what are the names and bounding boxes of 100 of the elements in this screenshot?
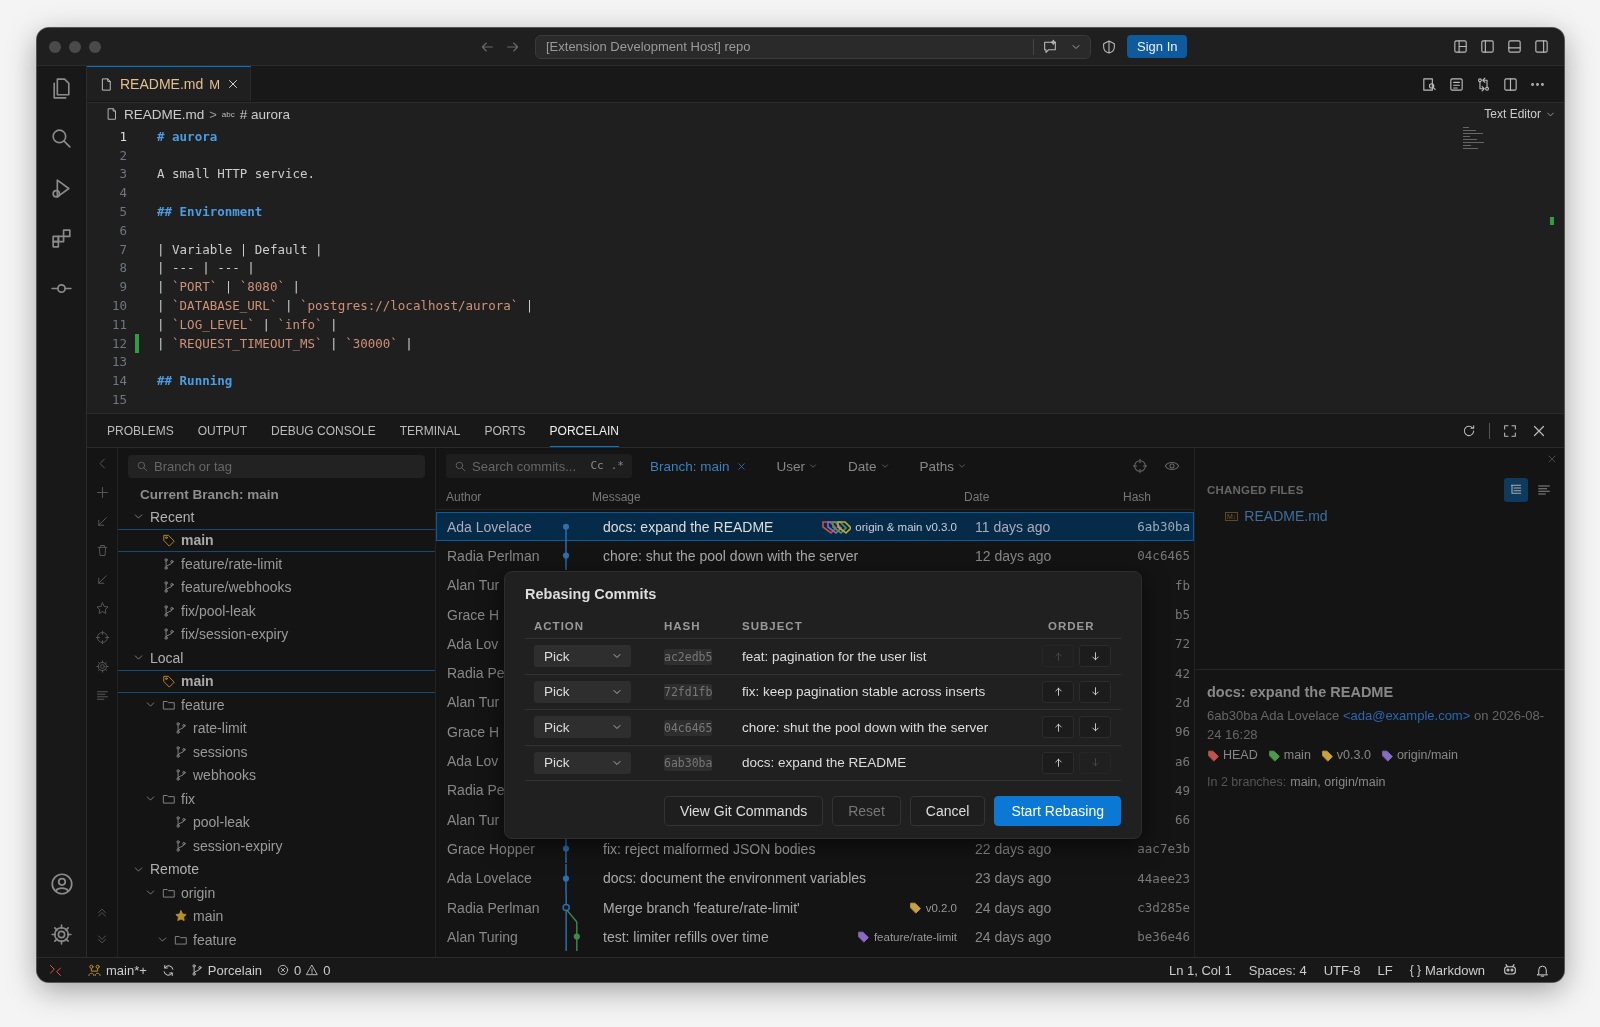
list-icon[interactable] — [94, 688, 110, 703]
panel-tab[interactable]: DEBUG CONSOLE — [271, 414, 376, 447]
compare-icon[interactable] — [1475, 75, 1492, 93]
search-icon[interactable] — [49, 126, 74, 151]
tag-icon — [162, 533, 176, 548]
split-editor-icon[interactable] — [1502, 75, 1519, 93]
author-cell-text: Grace H — [446, 606, 501, 623]
settings-icon[interactable] — [94, 659, 110, 674]
tree-item[interactable]: pool-leak — [118, 810, 435, 834]
tree-item[interactable]: Recent — [118, 505, 435, 529]
branch-status[interactable]: main*+ — [87, 962, 147, 978]
start-button[interactable]: Start Rebasing — [994, 796, 1121, 826]
move-down-button[interactable] — [1079, 716, 1111, 739]
action-dropdown[interactable]: Pick — [534, 751, 631, 774]
window-control[interactable] — [49, 40, 61, 53]
dialog-button[interactable]: Cancel — [909, 796, 986, 826]
match-case-toggle[interactable]: Cc — [588, 459, 606, 472]
move-down-button[interactable] — [1079, 680, 1111, 703]
sign-in-button[interactable]: Sign In — [1127, 35, 1188, 58]
settings-icon[interactable] — [49, 922, 74, 947]
date-cell-text: 12 days ago — [975, 547, 1053, 564]
notifications-icon[interactable] — [1535, 962, 1550, 978]
cursor-position[interactable]: Ln 1, Col 1 — [1168, 962, 1232, 978]
ref-label: HEAD — [1207, 748, 1258, 762]
panel-tab[interactable]: OUTPUT — [197, 414, 248, 447]
tree-item[interactable]: main — [118, 669, 435, 693]
dialog-button[interactable]: View Git Commands — [663, 796, 824, 826]
account-icon[interactable] — [48, 871, 75, 897]
tree-item[interactable]: main — [118, 528, 435, 552]
star-icon[interactable] — [94, 601, 110, 616]
action-dropdown[interactable]: Pick — [534, 716, 631, 739]
tree-item[interactable]: session-expiry — [118, 834, 435, 858]
tree-item[interactable]: feature — [118, 928, 435, 952]
subject-text: fix: keep pagination stable across inserts — [742, 684, 987, 700]
regex-toggle[interactable]: .* — [608, 459, 626, 472]
tree-item[interactable]: feature — [118, 693, 435, 717]
remote-icon — [47, 962, 63, 978]
tree-item[interactable]: origin — [118, 881, 435, 905]
column-header: Author — [445, 489, 483, 504]
line-ending[interactable]: LF — [1377, 962, 1393, 978]
action-dropdown[interactable]: Pick — [534, 680, 631, 703]
layout-icon[interactable] — [1533, 38, 1550, 55]
panel-tab[interactable]: PORCELAIN — [549, 414, 619, 447]
indentation[interactable]: Spaces: 4 — [1248, 962, 1307, 978]
filter-dropdown[interactable]: Date — [848, 458, 890, 474]
list-view-icon[interactable] — [1536, 482, 1552, 498]
problems-status[interactable]: 0 0 — [276, 962, 331, 978]
move-down-button[interactable] — [1079, 645, 1111, 668]
book-icon[interactable] — [1448, 75, 1465, 93]
tree-view-icon[interactable] — [1504, 478, 1528, 502]
panel-tab[interactable]: TERMINAL — [399, 414, 461, 447]
filter-dropdown[interactable]: User — [776, 458, 819, 474]
tree-item[interactable]: fix/pool-leak — [118, 599, 435, 623]
tree-item[interactable]: webhooks — [118, 763, 435, 787]
encoding[interactable]: UTF-8 — [1323, 962, 1361, 978]
refresh-icon[interactable] — [1461, 422, 1477, 439]
window-control[interactable] — [69, 40, 81, 53]
editor-tab[interactable]: README.md M — [87, 66, 252, 101]
breadcrumb-item[interactable]: README.md — [124, 106, 205, 122]
selected-row[interactable]: Ada Lovelace docs: expand the README origin & main v0.3.0 11 days ago 6ab30ba — [436, 512, 1194, 542]
tree-item[interactable]: Local — [118, 646, 435, 670]
maximize-icon[interactable] — [1502, 422, 1518, 439]
filter-dropdown[interactable]: Paths — [919, 458, 968, 474]
scm-status[interactable]: Porcelain — [189, 962, 263, 978]
move-up-button[interactable] — [1042, 751, 1074, 774]
tree-item[interactable]: feature/rate-limit — [118, 552, 435, 576]
tree-item[interactable]: main — [118, 904, 435, 928]
tree-item[interactable]: rate-limit — [118, 716, 435, 740]
tree-item[interactable]: fix — [118, 787, 435, 811]
layout-icon[interactable] — [1479, 38, 1496, 55]
tree-item[interactable]: feature/webhooks — [118, 575, 435, 599]
chat-icon[interactable] — [1042, 38, 1058, 55]
copilot-icon[interactable] — [1502, 962, 1518, 978]
breadcrumb-item[interactable]: # aurora — [239, 106, 291, 122]
layout-icon[interactable] — [1452, 38, 1469, 55]
branch-search-field[interactable]: Branch or tag — [128, 455, 425, 478]
branch-filter-chip[interactable]: Branch: main — [650, 458, 747, 474]
move-up-button[interactable] — [1042, 680, 1074, 703]
caret-icon — [879, 461, 890, 471]
window-control[interactable] — [89, 40, 101, 53]
panel-tab[interactable]: PORTS — [484, 414, 526, 447]
command-center[interactable]: [Extension Development Host] repo — [535, 34, 1091, 59]
action-dropdown[interactable]: Pick — [534, 645, 631, 668]
language-mode[interactable]: { } Markdown — [1409, 962, 1485, 978]
tree-item[interactable]: fix/session-expiry — [118, 622, 435, 646]
code-line: A small HTTP service. — [157, 166, 316, 182]
target-icon[interactable] — [1132, 458, 1148, 474]
column-header: Message — [592, 489, 642, 504]
tree-item[interactable]: sessions — [118, 740, 435, 764]
panel-tab[interactable]: PROBLEMS — [107, 414, 174, 447]
add-icon[interactable] — [94, 485, 110, 500]
editor-mode-dropdown[interactable]: Text Editor — [1484, 107, 1564, 121]
move-up-button[interactable] — [1042, 716, 1074, 739]
layout-icon[interactable] — [1506, 38, 1523, 55]
target-icon[interactable] — [94, 630, 110, 645]
preview-icon[interactable] — [1421, 75, 1438, 93]
extensions-icon[interactable] — [49, 226, 74, 251]
shield-icon[interactable] — [1101, 38, 1117, 55]
tree-item[interactable]: Remote — [118, 857, 435, 881]
author-cell-text: Radia Perlman — [446, 899, 537, 916]
